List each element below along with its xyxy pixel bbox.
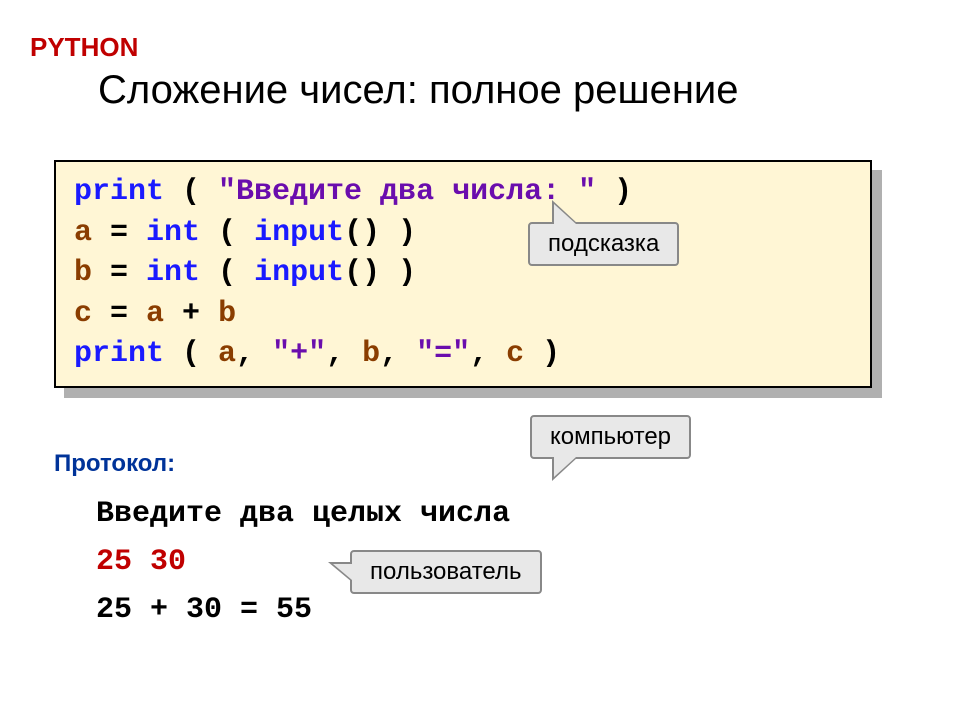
code-line-2: a = int ( input() ) — [74, 216, 416, 250]
paren: ) — [380, 216, 416, 250]
kw-print: print — [74, 175, 164, 209]
comma: , — [470, 337, 506, 371]
callout-user: пользователь — [350, 550, 542, 594]
paren: () — [344, 256, 380, 290]
op-plus: + — [164, 297, 218, 331]
var-b: b — [362, 337, 380, 371]
code-line-4: c = a + b — [74, 297, 236, 331]
callout-computer-label: компьютер — [550, 423, 671, 450]
slide-title: Сложение чисел: полное решение — [98, 68, 739, 113]
kw-int: int — [146, 216, 200, 250]
var-a: a — [218, 337, 236, 371]
var-c: c — [506, 337, 524, 371]
var-a: a — [146, 297, 164, 331]
paren: ( — [200, 256, 254, 290]
var-b: b — [74, 256, 92, 290]
paren: ) — [524, 337, 560, 371]
kw-input: input — [254, 256, 344, 290]
language-label: PYTHON — [30, 32, 138, 63]
code-line-5: print ( a, "+", b, "=", c ) — [74, 337, 560, 371]
paren: () — [344, 216, 380, 250]
paren: ( — [164, 337, 218, 371]
kw-input: input — [254, 216, 344, 250]
string-literal: "=" — [416, 337, 470, 371]
callout-tail-icon — [554, 457, 576, 477]
comma: , — [326, 337, 362, 371]
code-block: print ( "Введите два числа: " ) a = int … — [54, 160, 872, 388]
comma: , — [380, 337, 416, 371]
callout-hint-label: подсказка — [548, 230, 659, 257]
var-a: a — [74, 216, 92, 250]
paren: ) — [596, 175, 632, 209]
code-line-3: b = int ( input() ) — [74, 256, 416, 290]
string-literal: "+" — [272, 337, 326, 371]
paren: ( — [164, 175, 218, 209]
callout-computer: компьютер — [530, 415, 691, 459]
paren: ( — [200, 216, 254, 250]
code-line-1: print ( "Введите два числа: " ) — [74, 175, 632, 209]
kw-print: print — [74, 337, 164, 371]
callout-user-label: пользователь — [370, 558, 522, 585]
callout-tail-icon — [554, 204, 576, 224]
protocol-heading: Протокол: — [54, 450, 175, 478]
protocol-prompt: Введите два целых числа — [96, 490, 510, 538]
kw-int: int — [146, 256, 200, 290]
callout-tail-icon — [333, 564, 352, 580]
op-eq: = — [92, 256, 146, 290]
var-c: c — [74, 297, 92, 331]
callout-hint: подсказка — [528, 222, 679, 266]
op-eq: = — [92, 216, 146, 250]
comma: , — [236, 337, 272, 371]
op-eq: = — [92, 297, 146, 331]
paren: ) — [380, 256, 416, 290]
string-literal: "Введите два числа: " — [218, 175, 596, 209]
var-b: b — [218, 297, 236, 331]
